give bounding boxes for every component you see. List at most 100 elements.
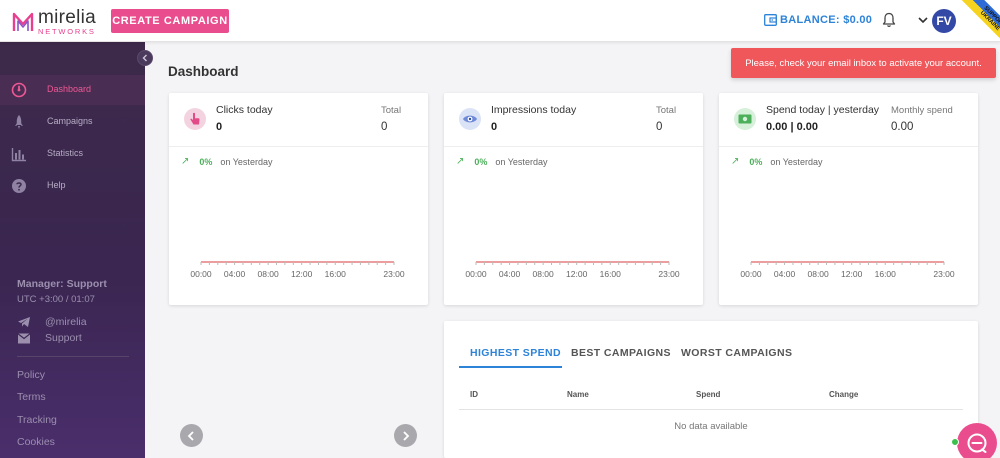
- chart-tick-label: 00:00: [190, 269, 212, 279]
- chart-tick-label: 00:00: [465, 269, 487, 279]
- telegram-contact[interactable]: @mirelia: [17, 316, 87, 328]
- card-total-value: 0: [381, 121, 388, 133]
- no-data-message: No data available: [674, 421, 748, 432]
- active-tab-indicator: [459, 366, 562, 368]
- sidebar: Dashboard Campaigns Statistics Help Mana…: [0, 42, 145, 458]
- help-icon: [12, 179, 26, 193]
- carousel-prev-button[interactable]: [180, 424, 203, 447]
- trend-row: ↗ 0% on Yesterday: [456, 156, 547, 167]
- column-header-name[interactable]: Name: [567, 390, 589, 399]
- card-title: Clicks today: [216, 104, 273, 116]
- trend-up-icon: ↗: [731, 156, 740, 167]
- card-title: Impressions today: [491, 104, 577, 116]
- sidebar-item-label: Help: [47, 180, 66, 190]
- bar-chart-icon: [11, 148, 26, 162]
- trend-percent: 0%: [474, 156, 488, 167]
- page-title: Dashboard: [168, 64, 239, 79]
- chevron-down-icon[interactable]: [918, 16, 928, 24]
- pointer-click-icon: [184, 108, 206, 130]
- trend-up-icon: ↗: [456, 156, 465, 167]
- tab-worst-campaigns[interactable]: WORST CAMPAIGNS: [681, 347, 792, 359]
- money-icon: [734, 108, 756, 130]
- trend-row: ↗ 0% on Yesterday: [731, 156, 822, 167]
- trend-label: on Yesterday: [770, 156, 823, 167]
- trend-label: on Yesterday: [495, 156, 548, 167]
- logo-name: mirelia: [38, 7, 97, 28]
- sidebar-item-label: Campaigns: [47, 116, 93, 126]
- logo-mark-icon: [12, 12, 34, 31]
- policy-link[interactable]: Policy: [17, 369, 45, 381]
- chart-tick-label: 04:00: [774, 269, 796, 279]
- chart-tick-label: 23:00: [933, 269, 955, 279]
- column-header-spend[interactable]: Spend: [696, 390, 720, 399]
- chart-tick-label: 08:00: [257, 269, 279, 279]
- telegram-handle: @mirelia: [45, 316, 87, 328]
- support-email-contact[interactable]: Support: [17, 332, 82, 344]
- carousel-next-button[interactable]: [394, 424, 417, 447]
- activation-toast[interactable]: Please, check your email inbox to activa…: [731, 48, 996, 78]
- card-value: 0.00 | 0.00: [766, 121, 819, 133]
- tab-highest-spend[interactable]: HIGHEST SPEND: [470, 347, 561, 359]
- impressions-mini-chart: 00:00 04:00 08:00 12:00 16:00 23:00: [465, 261, 680, 279]
- sidebar-item-help[interactable]: Help: [0, 171, 145, 201]
- card-total-value: 0.00: [891, 121, 914, 133]
- balance-label: BALANCE: $0.00: [780, 14, 873, 26]
- card-value: 0: [491, 121, 498, 133]
- sidebar-item-statistics[interactable]: Statistics: [0, 139, 145, 169]
- tab-best-campaigns[interactable]: BEST CAMPAIGNS: [571, 347, 671, 359]
- create-campaign-button[interactable]: CREATE CAMPAIGN: [111, 9, 229, 33]
- terms-link[interactable]: Terms: [17, 391, 46, 403]
- tracking-link[interactable]: Tracking: [17, 414, 57, 426]
- card-divider: [719, 146, 978, 147]
- column-header-id[interactable]: ID: [470, 390, 478, 399]
- wallet-icon: [764, 14, 777, 26]
- chart-tick-label: 16:00: [325, 269, 347, 279]
- chart-tick-label: 12:00: [841, 269, 863, 279]
- card-divider: [169, 146, 428, 147]
- cookies-link[interactable]: Cookies: [17, 436, 55, 448]
- telegram-icon: [18, 317, 30, 327]
- chart-tick-label: 16:00: [600, 269, 622, 279]
- chart-tick-label: 04:00: [499, 269, 521, 279]
- logo[interactable]: mirelia NETWORKS: [11, 8, 96, 36]
- logo-subtitle: NETWORKS: [38, 27, 96, 36]
- rocket-icon: [15, 115, 23, 129]
- sidebar-divider: [17, 356, 129, 357]
- balance-indicator[interactable]: BALANCE: $0.00: [764, 14, 872, 26]
- chart-tick-label: 12:00: [291, 269, 313, 279]
- chart-tick-label: 23:00: [658, 269, 680, 279]
- utc-time: UTC +3:00 / 01:07: [17, 294, 95, 305]
- card-divider: [444, 146, 703, 147]
- spend-mini-chart: 00:00 04:00 08:00 12:00 16:00 23:00: [740, 261, 955, 279]
- campaigns-table-card: HIGHEST SPEND BEST CAMPAIGNS WORST CAMPA…: [444, 321, 978, 458]
- sidebar-item-label: Dashboard: [47, 84, 92, 94]
- bell-icon[interactable]: [882, 12, 896, 28]
- chart-tick-label: 08:00: [532, 269, 554, 279]
- chart-tick-label: 08:00: [807, 269, 829, 279]
- column-header-change[interactable]: Change: [829, 390, 858, 399]
- speedometer-icon: [11, 82, 27, 98]
- support-ukraine-ribbon[interactable]: SUPPORT UKRAINE: [950, 0, 1000, 42]
- collapse-sidebar-button[interactable]: [137, 50, 153, 66]
- trend-percent: 0%: [749, 156, 763, 167]
- card-total-label: Total: [656, 105, 677, 116]
- chart-tick-label: 23:00: [383, 269, 405, 279]
- support-label: Support: [45, 332, 82, 344]
- spend-card: Spend today | yesterday 0.00 | 0.00 Mont…: [719, 93, 978, 305]
- sidebar-item-campaigns[interactable]: Campaigns: [0, 107, 145, 137]
- chevron-left-icon: [142, 54, 147, 62]
- trend-up-icon: ↗: [181, 156, 190, 167]
- manager-label: Manager: Support: [17, 278, 107, 290]
- clicks-mini-chart: 00:00 04:00 08:00 12:00 16:00 23:00: [190, 261, 405, 279]
- chat-widget-button[interactable]: [957, 423, 997, 458]
- card-total-label: Total: [381, 105, 402, 116]
- table-header-divider: [459, 409, 963, 410]
- chevron-right-icon: [403, 430, 410, 441]
- top-bar: mirelia NETWORKS CREATE CAMPAIGN BALANCE…: [0, 0, 1000, 42]
- chart-tick-label: 04:00: [224, 269, 246, 279]
- chart-tick-label: 12:00: [566, 269, 588, 279]
- card-total-label: Monthly spend: [891, 105, 953, 116]
- sidebar-item-dashboard[interactable]: Dashboard: [0, 75, 145, 105]
- card-total-value: 0: [656, 121, 663, 133]
- chevron-left-icon: [187, 430, 194, 441]
